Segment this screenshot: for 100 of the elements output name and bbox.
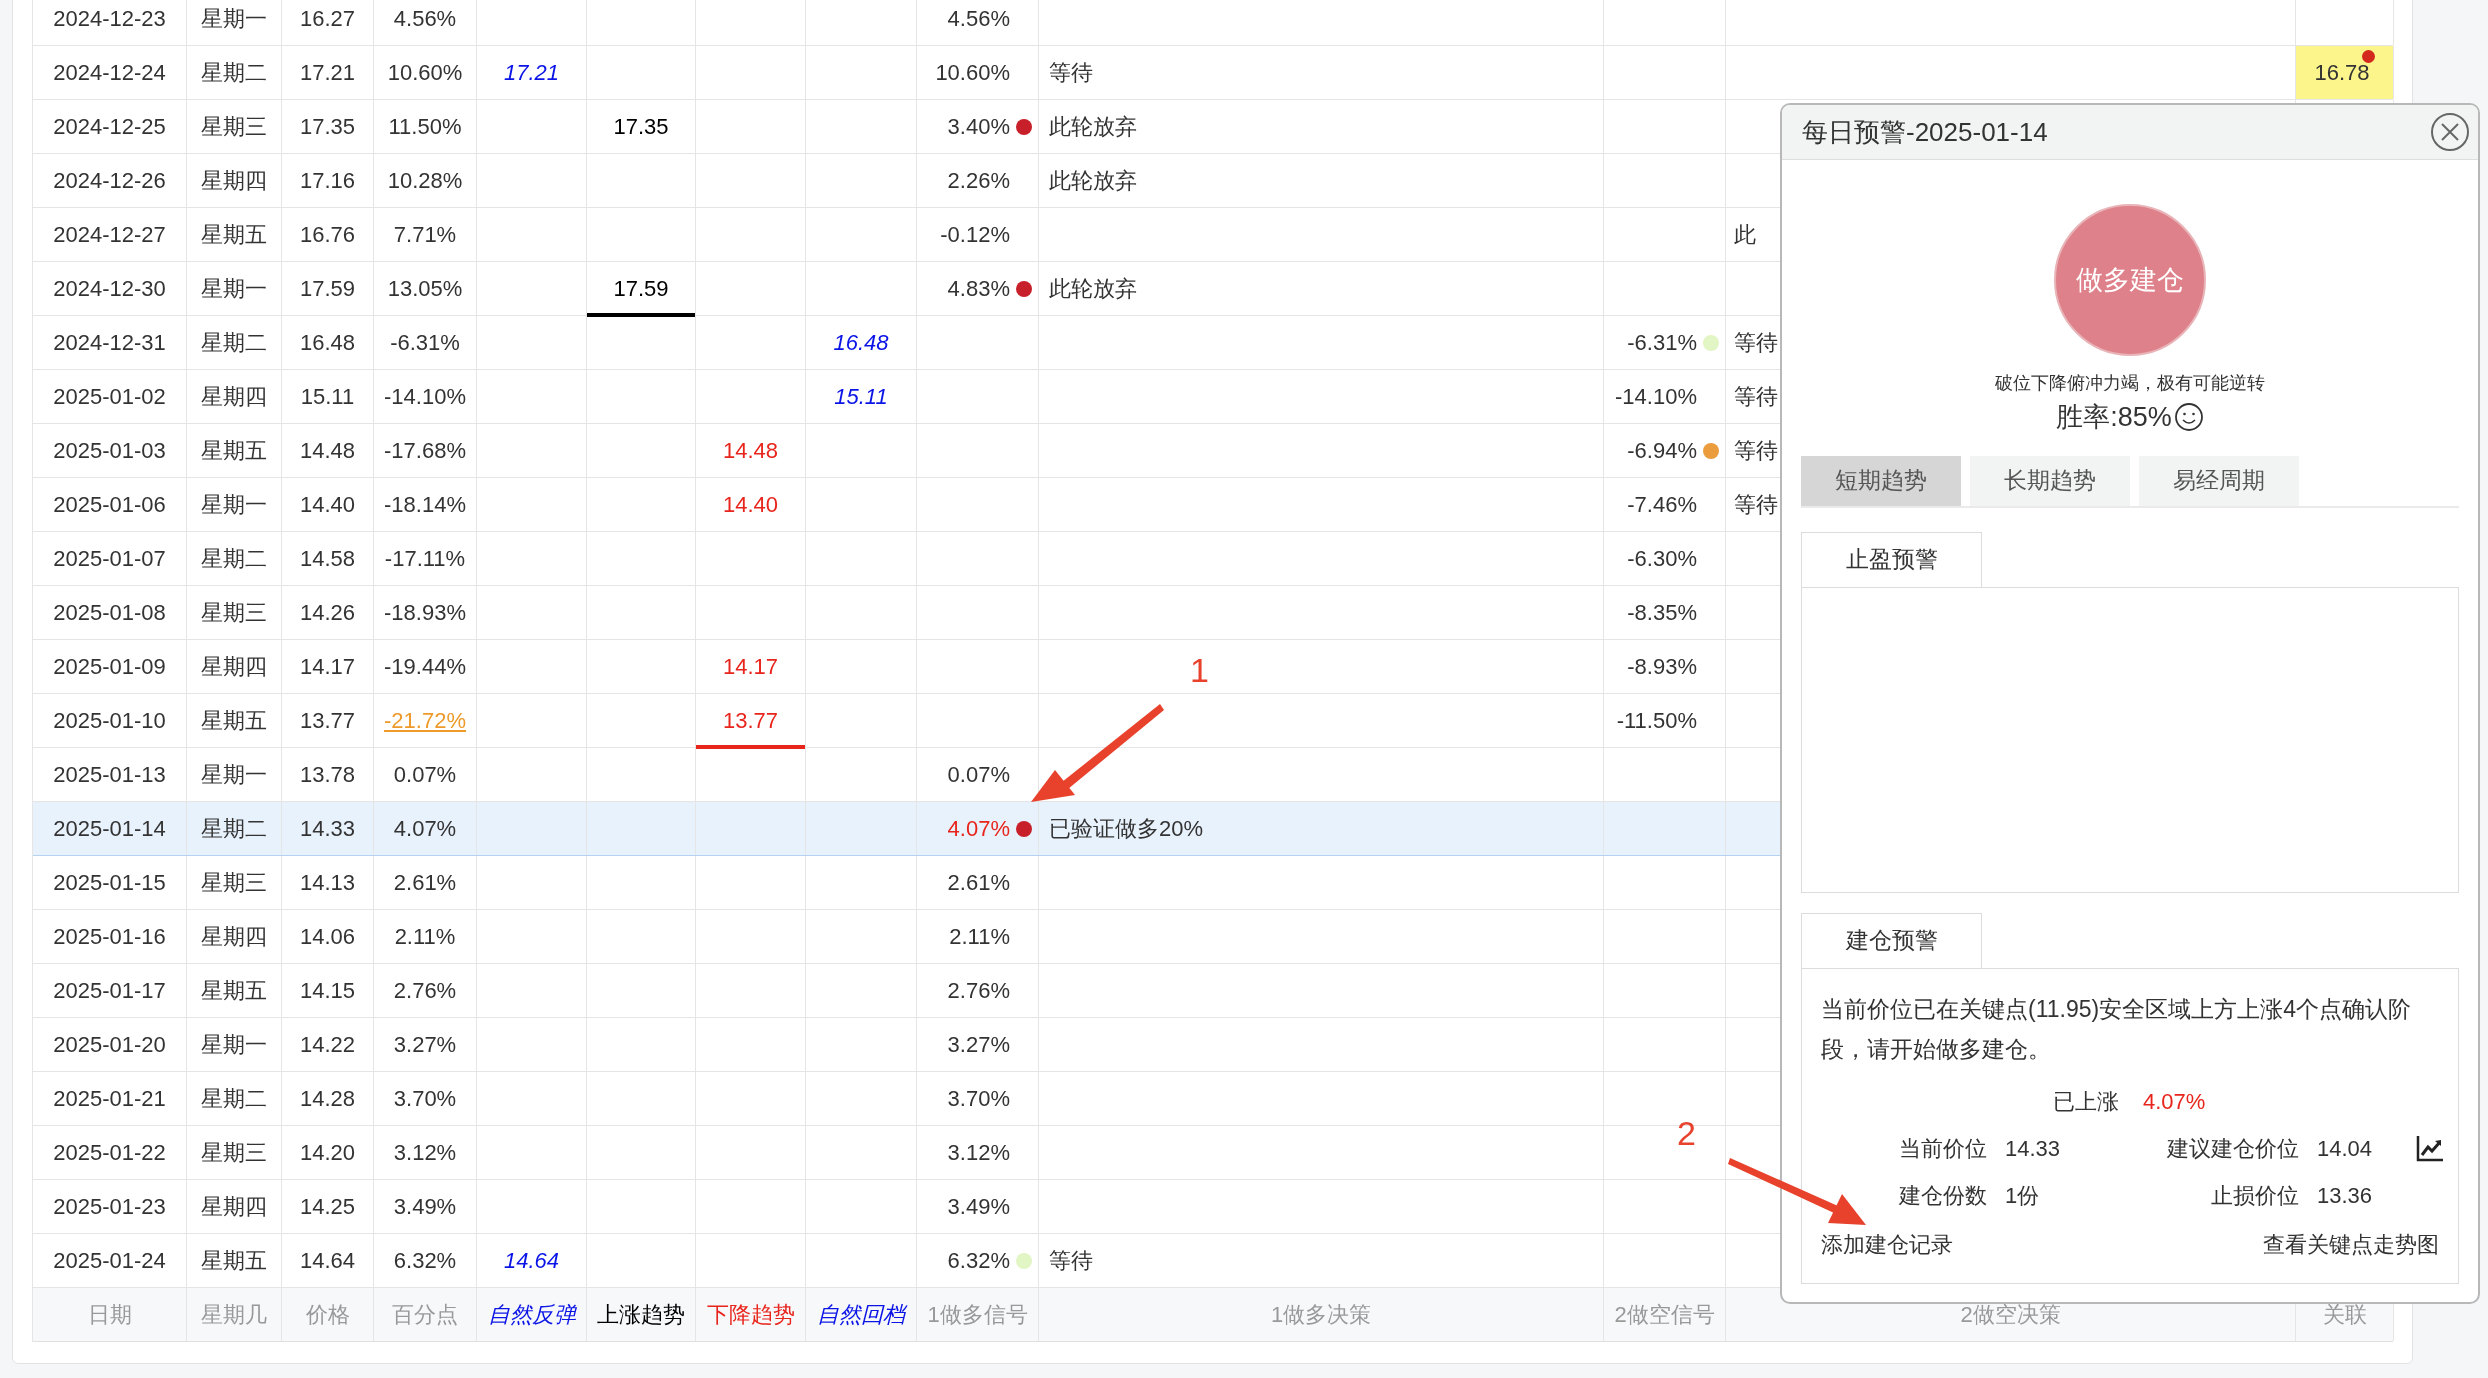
weekday-text: 星期四 xyxy=(201,653,267,681)
tab[interactable]: 易经周期 xyxy=(2139,455,2299,506)
percent-text: -21.72% xyxy=(384,707,466,735)
field-label: 止损价位 xyxy=(2210,1181,2299,1210)
signal-value: 2.26% xyxy=(947,167,1010,195)
uptrend-value: 17.35 xyxy=(613,113,669,141)
column-header: 2做空信号 xyxy=(1614,1301,1715,1329)
weekday-text: 星期三 xyxy=(201,113,267,141)
signal-value: 3.12% xyxy=(947,1139,1010,1167)
percent-text: 3.12% xyxy=(393,1139,457,1167)
weekday-text: 星期二 xyxy=(201,59,267,87)
percent-text: -19.44% xyxy=(384,653,466,681)
date-text: 2025-01-10 xyxy=(53,707,166,735)
signal-value: -8.93% xyxy=(1627,653,1697,681)
column-header: 日期 xyxy=(87,1301,132,1329)
downtrend-value: 14.40 xyxy=(722,491,779,519)
price-text: 17.21 xyxy=(299,59,356,87)
downtrend-value: 14.17 xyxy=(722,653,779,681)
percent-text: 10.28% xyxy=(387,167,463,195)
decision-text: 等待 xyxy=(1049,1247,1093,1275)
date-text: 2025-01-06 xyxy=(53,491,166,519)
annotation-number: 2 xyxy=(1677,1113,1696,1154)
price-text: 17.16 xyxy=(299,167,356,195)
price-text: 14.33 xyxy=(299,815,356,843)
tab[interactable]: 长期趋势 xyxy=(1970,455,2130,506)
percent-text: -18.14% xyxy=(384,491,466,519)
decision-text: 等待 xyxy=(1734,437,1778,465)
date-text: 2025-01-17 xyxy=(53,977,166,1005)
trend-chart-icon[interactable] xyxy=(2415,1133,2445,1163)
reason-text: 破位下降俯冲力竭，极有可能逆转 xyxy=(1995,372,2265,395)
weekday-text: 星期一 xyxy=(201,5,267,33)
uptrend-value: 17.59 xyxy=(613,275,669,303)
rebound-value: 14.64 xyxy=(503,1247,560,1275)
date-text: 2024-12-23 xyxy=(53,5,166,33)
signal-value: -8.35% xyxy=(1627,599,1697,627)
signal-value: 4.07% xyxy=(947,815,1010,843)
price-text: 16.48 xyxy=(299,329,356,357)
price-text: 13.77 xyxy=(299,707,356,735)
weekday-text: 星期四 xyxy=(201,383,267,411)
date-text: 2025-01-03 xyxy=(53,437,166,465)
field-value: 13.36 xyxy=(2317,1181,2374,1210)
price-text: 14.22 xyxy=(299,1031,356,1059)
weekday-text: 星期二 xyxy=(201,1085,267,1113)
signal-value: 4.83% xyxy=(947,275,1010,303)
weekday-text: 星期一 xyxy=(201,491,267,519)
pullback-value: 16.48 xyxy=(833,329,889,357)
percent-text: 2.11% xyxy=(394,923,456,951)
close-icon xyxy=(2430,112,2470,152)
dialog-title: 每日预警-2025-01-14 xyxy=(1802,115,2048,149)
percent-text: 2.76% xyxy=(393,977,457,1005)
date-text: 2024-12-31 xyxy=(53,329,166,357)
signal-value: 3.40% xyxy=(947,113,1010,141)
decision-text: 已验证做多20% xyxy=(1049,815,1204,843)
price-text: 14.64 xyxy=(299,1247,356,1275)
weekday-text: 星期五 xyxy=(201,707,267,735)
signal-value: -6.30% xyxy=(1627,545,1697,573)
price-text: 16.27 xyxy=(299,5,356,33)
weekday-text: 星期三 xyxy=(201,599,267,627)
price-text: 14.13 xyxy=(299,869,356,897)
column-header: 星期几 xyxy=(201,1301,267,1329)
percent-text: 3.27% xyxy=(393,1031,457,1059)
signal-value: -11.50% xyxy=(1616,707,1697,735)
date-text: 2025-01-02 xyxy=(53,383,166,411)
section-tab[interactable]: 建仓预警 xyxy=(1801,912,1982,968)
rebound-value: 17.21 xyxy=(503,59,560,87)
signal-value: 6.32% xyxy=(947,1247,1010,1275)
field-label: 建议建仓价位 xyxy=(2166,1134,2299,1163)
column-header: 上涨趋势 xyxy=(597,1301,685,1329)
annotation-number: 1 xyxy=(1190,650,1209,691)
percent-text: 11.50% xyxy=(388,113,462,141)
column-header: 价格 xyxy=(305,1301,350,1329)
signal-value: 4.56% xyxy=(947,5,1010,33)
percent-text: 13.05% xyxy=(387,275,463,303)
decision-text: 等待 xyxy=(1734,491,1778,519)
signal-value: 3.70% xyxy=(947,1085,1010,1113)
tab[interactable]: 短期趋势 xyxy=(1801,455,1961,506)
win-rate-text: 胜率:85% xyxy=(2056,401,2172,434)
price-text: 14.58 xyxy=(299,545,356,573)
signal-value: -7.46% xyxy=(1627,491,1697,519)
date-text: 2024-12-30 xyxy=(53,275,166,303)
decision-text: 此 xyxy=(1734,221,1756,249)
date-text: 2025-01-08 xyxy=(53,599,166,627)
column-header: 1做多决策 xyxy=(1270,1301,1372,1329)
price-text: 15.11 xyxy=(300,383,355,411)
price-text: 14.15 xyxy=(299,977,356,1005)
date-text: 2025-01-21 xyxy=(53,1085,166,1113)
chart-link[interactable]: 查看关键点走势图 xyxy=(2263,1227,2439,1261)
signal-value: 2.11% xyxy=(949,923,1010,951)
signal-value: 3.49% xyxy=(947,1193,1010,1221)
weekday-text: 星期二 xyxy=(201,329,267,357)
price-text: 16.76 xyxy=(299,221,356,249)
add-record-link[interactable]: 添加建仓记录 xyxy=(1821,1227,1953,1261)
price-text: 14.28 xyxy=(299,1085,356,1113)
price-text: 14.06 xyxy=(299,923,356,951)
close-button[interactable] xyxy=(2430,112,2470,152)
field-label: 已上涨 xyxy=(2052,1087,2120,1116)
percent-text: -17.68% xyxy=(384,437,466,465)
section-tab[interactable]: 止盈预警 xyxy=(1801,531,1982,587)
pullback-value: 15.11 xyxy=(834,383,888,411)
column-header: 关联 xyxy=(2322,1301,2367,1329)
